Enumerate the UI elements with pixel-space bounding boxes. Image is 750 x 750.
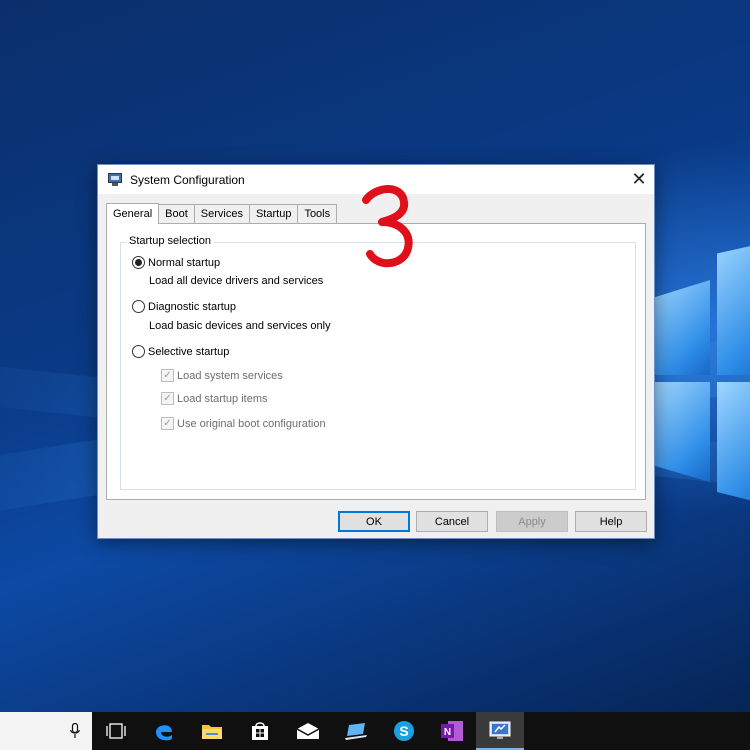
- microphone-icon[interactable]: [70, 723, 80, 739]
- tab-tools[interactable]: Tools: [297, 204, 338, 223]
- radio-button-checked[interactable]: [132, 256, 145, 269]
- tab-startup[interactable]: Startup: [248, 204, 299, 223]
- edge-button[interactable]: [140, 712, 188, 750]
- system-configuration-taskbar-button[interactable]: [476, 712, 524, 750]
- onenote-icon: N: [441, 721, 463, 741]
- tab-boot[interactable]: Boot: [158, 204, 195, 223]
- load-system-services-checkbox[interactable]: ✓ Load system services: [161, 369, 283, 382]
- edge-icon: [156, 725, 172, 741]
- checkmark-icon[interactable]: ✓: [161, 369, 174, 382]
- svg-text:N: N: [444, 727, 451, 738]
- diagnostic-startup-label: Diagnostic startup: [148, 300, 237, 313]
- group-legend: Startup selection: [126, 235, 214, 247]
- connect-button[interactable]: [332, 712, 380, 750]
- help-button[interactable]: Help: [575, 511, 647, 532]
- store-button[interactable]: [236, 712, 284, 750]
- use-original-boot-configuration-label: Use original boot configuration: [177, 417, 326, 430]
- checkmark-icon[interactable]: ✓: [161, 392, 174, 405]
- store-icon: [252, 722, 268, 740]
- tab-strip: General Boot Services Startup Tools: [106, 202, 338, 224]
- load-startup-items-label: Load startup items: [177, 392, 268, 405]
- task-view-icon: [106, 723, 126, 739]
- task-view-button[interactable]: [92, 712, 140, 750]
- selective-startup-label: Selective startup: [148, 345, 230, 358]
- file-explorer-button[interactable]: [188, 712, 236, 750]
- radio-button[interactable]: [132, 300, 145, 313]
- normal-startup-description: Load all device drivers and services: [149, 275, 324, 287]
- mail-button[interactable]: [284, 712, 332, 750]
- connect-icon: [345, 723, 367, 740]
- taskbar: S N: [0, 712, 750, 750]
- close-icon: ✕: [631, 169, 647, 189]
- diagnostic-startup-radio[interactable]: Diagnostic startup: [132, 300, 236, 313]
- close-button[interactable]: ✕: [624, 165, 654, 194]
- load-system-services-label: Load system services: [177, 369, 283, 382]
- window-title: System Configuration: [130, 172, 245, 187]
- load-startup-items-checkbox[interactable]: ✓ Load startup items: [161, 392, 268, 405]
- use-original-boot-configuration-checkbox[interactable]: ✓ Use original boot configuration: [161, 417, 326, 430]
- checkmark-icon[interactable]: ✓: [161, 417, 174, 430]
- normal-startup-radio[interactable]: Normal startup: [132, 256, 220, 269]
- skype-icon: S: [394, 721, 414, 741]
- system-configuration-icon: [489, 721, 511, 739]
- windows-logo-wallpaper: [655, 240, 750, 540]
- cancel-button[interactable]: Cancel: [416, 511, 488, 532]
- tab-services[interactable]: Services: [193, 204, 250, 223]
- mail-icon: [296, 723, 320, 739]
- normal-startup-label: Normal startup: [148, 256, 221, 269]
- file-explorer-icon: [202, 725, 222, 739]
- skype-button[interactable]: S: [380, 712, 428, 750]
- selective-startup-radio[interactable]: Selective startup: [132, 345, 229, 358]
- svg-text:S: S: [399, 723, 408, 739]
- search-box[interactable]: [0, 712, 92, 750]
- system-configuration-icon: [108, 173, 122, 186]
- diagnostic-startup-description: Load basic devices and services only: [149, 320, 331, 332]
- ok-button[interactable]: OK: [338, 511, 410, 532]
- tab-general[interactable]: General: [106, 203, 160, 224]
- radio-button[interactable]: [132, 345, 145, 358]
- step-annotation-number: [362, 185, 413, 267]
- onenote-button[interactable]: N: [428, 712, 476, 750]
- startup-selection-group: Startup selection Normal startup Load al…: [120, 235, 636, 490]
- apply-button[interactable]: Apply: [496, 511, 568, 532]
